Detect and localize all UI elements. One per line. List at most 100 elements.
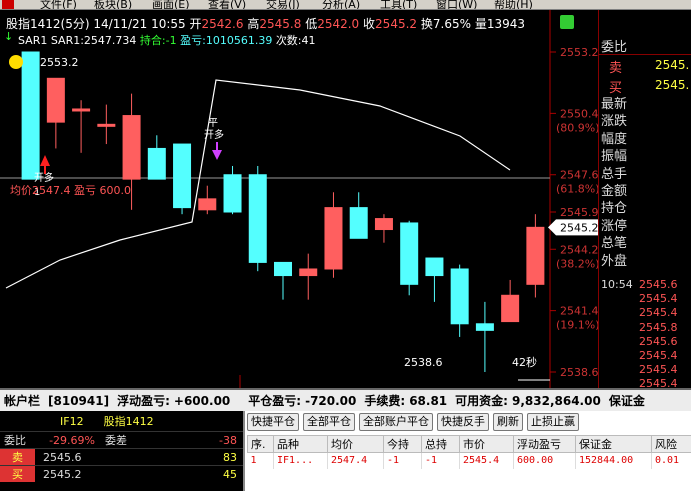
tick-price: 2545.6 xyxy=(639,334,678,348)
high-mark-label: 2553.2 xyxy=(40,56,79,69)
buy-row[interactable]: 买 2545.2 45 xyxy=(0,465,243,482)
col-total-hold[interactable]: 总持 xyxy=(421,435,460,453)
tick-row: 2545.4 xyxy=(599,292,691,306)
tick-row: 2545.4 xyxy=(599,363,691,377)
tick-price: 2545.4 xyxy=(639,306,678,320)
volume-value: 13943 xyxy=(486,17,526,31)
smiley-icon xyxy=(9,55,23,69)
candle-body xyxy=(274,261,292,277)
candle-body xyxy=(97,123,116,127)
low-mark-label: 2538.6 xyxy=(404,356,443,369)
buy-tag[interactable]: 买 xyxy=(0,466,35,482)
menu-file[interactable]: 文件(F) xyxy=(40,0,77,9)
chart-header: 股指1412(5分) 14/11/21 10:55 开2542.6 高2545.… xyxy=(6,17,526,31)
margin-label: 保证金 xyxy=(608,394,645,408)
buy-price-bottom[interactable]: 2545.2 xyxy=(35,468,105,481)
tick-row: 2545.6 xyxy=(599,335,691,349)
y-tick-pct: (80.9%) xyxy=(556,121,598,134)
candle-body xyxy=(450,268,469,325)
col-risk[interactable]: 风险 xyxy=(651,435,691,453)
candle-body xyxy=(122,115,141,180)
col-symbol[interactable]: 品种 xyxy=(273,435,328,453)
col-today-hold[interactable]: 今持 xyxy=(383,435,422,453)
menu-help[interactable]: 帮助(H) xyxy=(494,0,533,9)
quote-field-2: 幅度 xyxy=(601,131,628,147)
candle-body xyxy=(198,198,217,211)
kline-canvas[interactable]: 2553.2 2550.4(80.9%) 2547.6(61.8%) 2545.9 (5… xyxy=(0,10,598,388)
quote-field-9: 外盘 xyxy=(601,253,628,269)
candle-body xyxy=(349,207,368,239)
candle-body xyxy=(72,108,91,112)
menu-analysis[interactable]: 分析(A) xyxy=(322,0,360,9)
contract-code: IF12 xyxy=(60,414,84,428)
committee-ratio-label: 委比 xyxy=(601,40,628,55)
col-seq[interactable]: 序. xyxy=(247,435,274,453)
sell-tag[interactable]: 卖 xyxy=(0,449,35,465)
y-tick-pct: (19.1%) xyxy=(556,319,598,332)
menu-view[interactable]: 查看(V) xyxy=(208,0,246,9)
y-tick-label: 2541.4 xyxy=(560,305,598,318)
quick-close-button[interactable]: 快捷平仓 xyxy=(247,413,299,431)
table-row[interactable]: 1 IF1... 2547.4 -1 -1 2545.4 600.00 1528… xyxy=(247,452,691,469)
col-float-pnl[interactable]: 浮动盈亏 xyxy=(513,435,576,453)
col-avg-price[interactable]: 均价 xyxy=(327,435,384,453)
menu-view-screen[interactable]: 画面(E) xyxy=(152,0,190,9)
buy-label: 买 xyxy=(609,81,623,96)
col-market-price[interactable]: 市价 xyxy=(459,435,514,453)
sell-row[interactable]: 卖 2545.6 83 xyxy=(0,448,243,465)
candle-body xyxy=(475,323,494,331)
col-margin[interactable]: 保证金 xyxy=(575,435,652,453)
tick-row: 2545.8 xyxy=(599,321,691,335)
menu-window[interactable]: 窗口(W) xyxy=(436,0,477,9)
committee-diff: -38 xyxy=(219,433,237,447)
tick-row: 10:54 2545.6 xyxy=(599,278,691,292)
quote-side-panel: 委比 卖 2545. 买 2545. 最新 涨跌 幅度 振幅 总手 金额 持仓 涨停 总笔 外盘 … xyxy=(598,10,691,390)
stop-loss-profit-button[interactable]: 止损止赢 xyxy=(527,413,579,431)
quote-field-4: 总手 xyxy=(601,166,628,182)
quote-field-6: 持仓 xyxy=(601,201,628,217)
open-value: 2542.6 xyxy=(201,17,244,31)
close-pnl: -720.00 xyxy=(305,393,357,408)
candle-body xyxy=(374,218,393,231)
account-bar: 帐户栏 [810941] 浮动盈亏: +600.00 平仓盈亏: -720.00… xyxy=(0,388,691,411)
candle-body xyxy=(324,207,343,270)
candle-body xyxy=(173,143,192,209)
quote-field-list: 最新 涨跌 幅度 振幅 总手 金额 持仓 涨停 总笔 外盘 xyxy=(601,96,627,270)
close-all-accounts-button[interactable]: 全部账户平仓 xyxy=(359,413,433,431)
tick-price: 2545.4 xyxy=(639,348,678,362)
menu-block[interactable]: 板块(B) xyxy=(94,0,132,9)
trade-panel: IF12 股指1412 委比 -29.69% 委差 -38 卖 2545.6 8… xyxy=(0,411,691,491)
close-value: 2545.2 xyxy=(375,17,418,31)
contract-name: 股指1412 xyxy=(103,415,154,428)
flat-label: 平 xyxy=(208,118,218,129)
avg-price-line: 均价2547.4 盈亏 600.0 xyxy=(10,184,131,197)
sell-price: 2545. xyxy=(655,58,690,72)
candle-body xyxy=(147,147,166,180)
symbol-name: 股指1412 xyxy=(6,17,61,31)
refresh-button[interactable]: 刷新 xyxy=(493,413,523,431)
tick-price: 2545.8 xyxy=(639,320,678,334)
indicator-name[interactable]: SAR1 xyxy=(18,34,47,47)
close-all-button[interactable]: 全部平仓 xyxy=(303,413,355,431)
available-funds: 9,832,864.00 xyxy=(511,393,601,408)
tick-list: 10:54 2545.6 2545.4 2545.4 2545.8 2545.6 2545.… xyxy=(599,278,691,392)
candle-body xyxy=(46,77,65,123)
alarm-icon[interactable] xyxy=(560,15,574,29)
tick-time xyxy=(599,292,639,306)
candle-body xyxy=(400,222,419,285)
kline-chart[interactable]: 2553.2 2550.4(80.9%) 2547.6(61.8%) 2545.9 (5… xyxy=(0,10,598,388)
pnl-value: 1010561.39 xyxy=(205,34,273,47)
quick-reverse-button[interactable]: 快捷反手 xyxy=(437,413,489,431)
quote-field-3: 振幅 xyxy=(601,149,628,165)
count-value: 41 xyxy=(301,34,316,47)
menu-tools[interactable]: 工具(T) xyxy=(380,0,417,9)
candle-body xyxy=(299,268,318,277)
fee: 68.81 xyxy=(409,393,448,408)
quote-field-1: 涨跌 xyxy=(601,114,628,130)
indicator-line: ↓ SAR1 SAR1:2547.734 持合:-1 盈亏:1010561.39… xyxy=(4,30,316,47)
sell-price-bottom[interactable]: 2545.6 xyxy=(35,451,105,464)
trade-button-bar: 快捷平仓 全部平仓 全部账户平仓 快捷反手 刷新 止损止赢 xyxy=(247,413,583,433)
menu-trade[interactable]: 交易(J) xyxy=(266,0,300,9)
tick-price: 2545.6 xyxy=(639,278,678,291)
candle-body xyxy=(501,294,520,323)
